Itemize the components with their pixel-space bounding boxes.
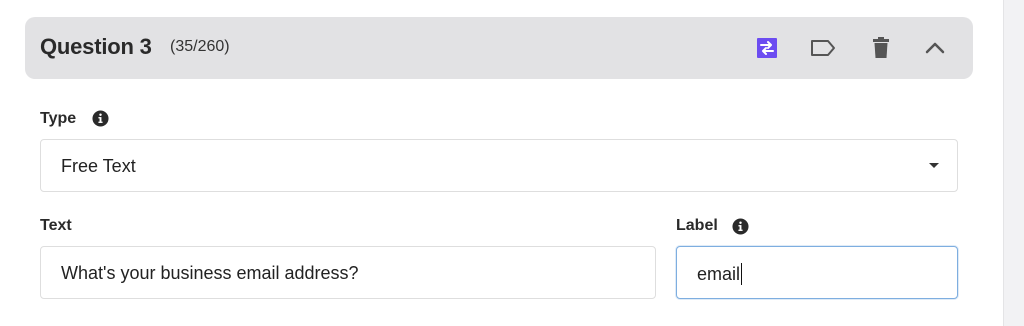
caret-down-icon (929, 163, 939, 168)
shuffle-icon (757, 38, 777, 58)
text-cursor (741, 263, 743, 285)
shuffle-button[interactable] (753, 34, 781, 62)
label-input-content: email (697, 263, 743, 285)
text-input-value: What's your business email address? (61, 263, 359, 283)
question-title: Question 3 (40, 34, 152, 59)
type-select-value: Free Text (61, 156, 136, 176)
question-header[interactable]: Question 3 (35/260) (25, 17, 973, 79)
text-input[interactable]: What's your business email address? (40, 246, 656, 299)
type-label: Type (40, 110, 77, 127)
question-count: (35/260) (170, 38, 230, 55)
info-icon[interactable] (92, 110, 109, 127)
label-input-value: email (697, 264, 741, 284)
label-input[interactable]: email (676, 246, 958, 299)
type-select[interactable]: Free Text (40, 139, 958, 192)
tag-button[interactable] (809, 34, 837, 62)
collapse-button[interactable] (921, 34, 949, 62)
label-label: Label (676, 217, 718, 234)
info-icon[interactable] (732, 218, 749, 235)
chevron-up-icon (925, 42, 945, 54)
text-label: Text (40, 217, 72, 234)
trash-icon (873, 37, 889, 58)
tag-icon (811, 40, 835, 56)
delete-button[interactable] (867, 34, 895, 62)
question-card: Question 3 (35/260) Type Free Text Text … (0, 0, 1004, 326)
